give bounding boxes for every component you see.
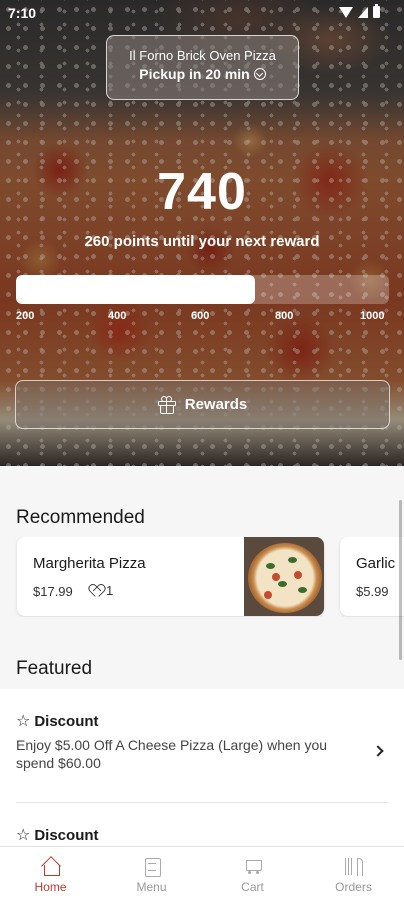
nav-home-label: Home: [34, 880, 67, 894]
featured-list: ☆ Discount Enjoy $5.00 Off A Cheese Pizz…: [0, 689, 404, 849]
cart-icon: [243, 857, 263, 876]
rewards-progress-fill: [16, 275, 255, 304]
recommended-card[interactable]: Margherita Pizza $17.99 1: [17, 537, 324, 616]
like-count: 1: [106, 583, 114, 598]
chevron-right-icon: [372, 745, 384, 757]
battery-icon: [373, 4, 380, 18]
gift-ribbon: [165, 400, 168, 414]
nav-menu[interactable]: Menu: [101, 847, 202, 900]
basil-leaf: [298, 587, 307, 593]
tick-label: 800: [275, 310, 294, 322]
featured-item[interactable]: ☆ Discount Enjoy $5.00 Off A Cheese Pizz…: [16, 713, 388, 772]
nav-cart-label: Cart: [241, 880, 264, 894]
signal-icon: [358, 6, 368, 18]
sauce-spot: [264, 591, 272, 599]
progress-ticks: 200 400 600 800 1000: [16, 310, 389, 324]
nav-cart[interactable]: Cart: [202, 847, 303, 900]
recommended-card[interactable]: Garlic $5.99: [340, 537, 404, 616]
status-icons: [339, 4, 380, 18]
pizza-crust: [248, 543, 322, 613]
rewards-button[interactable]: Rewards: [15, 380, 390, 429]
sauce-spot: [272, 573, 280, 581]
recommended-item-price: $5.99: [356, 584, 389, 599]
featured-item-header: ☆ Discount: [16, 827, 388, 844]
pizza-thumbnail: [244, 537, 324, 616]
points-value: 740: [157, 163, 247, 221]
sauce-spot: [294, 571, 302, 579]
chevron-down-circle-icon: [253, 68, 266, 80]
basil-leaf: [288, 557, 297, 563]
featured-title: Featured: [16, 658, 93, 679]
recommended-carousel[interactable]: Margherita Pizza $17.99 1 Garlic $5.99: [0, 537, 404, 617]
featured-item-description: Enjoy $5.00 Off A Cheese Pizza (Large) w…: [16, 737, 328, 772]
recommended-title: Recommended: [16, 507, 145, 528]
bottom-navigation: Home Menu Cart Orders: [0, 846, 404, 900]
featured-item-tag: Discount: [34, 713, 99, 730]
nav-orders-label: Orders: [335, 880, 372, 894]
store-pickup-selector[interactable]: Il Forno Brick Oven Pizza Pickup in 20 m…: [106, 35, 299, 100]
tick-label: 600: [191, 310, 210, 322]
rewards-progress-bar: [16, 275, 389, 304]
nav-orders[interactable]: Orders: [303, 847, 404, 900]
recommended-item-price: $17.99: [33, 584, 73, 599]
gift-icon: [157, 395, 176, 414]
divider: [16, 802, 388, 803]
store-name: Il Forno Brick Oven Pizza: [129, 48, 276, 63]
home-icon: [41, 857, 61, 876]
utensils-icon: [344, 857, 364, 876]
star-icon: ☆: [16, 826, 31, 844]
star-icon: ☆: [16, 712, 31, 730]
status-time: 7:10: [8, 5, 37, 21]
recommended-item-name: Margherita Pizza: [33, 555, 146, 572]
nav-home[interactable]: Home: [0, 847, 101, 900]
points-caption: 260 points until your next reward: [84, 233, 320, 250]
pickup-label: Pickup in 20 min: [139, 66, 250, 82]
like-button[interactable]: 1: [90, 583, 113, 598]
menu-icon: [142, 857, 162, 877]
recommended-item-name: Garlic: [356, 555, 396, 572]
featured-item[interactable]: ☆ Discount: [16, 827, 388, 844]
tick-label: 200: [16, 310, 35, 322]
heart-icon: [90, 584, 104, 597]
nav-menu-label: Menu: [136, 880, 167, 894]
scrollbar[interactable]: [399, 500, 402, 660]
status-bar: 7:10: [0, 0, 404, 26]
pickup-row: Pickup in 20 min: [107, 66, 298, 82]
wifi-icon: [339, 6, 353, 18]
featured-item-header: ☆ Discount: [16, 713, 388, 730]
basil-leaf: [266, 563, 275, 569]
tick-label: 400: [108, 310, 127, 322]
tick-label: 1000: [360, 310, 385, 322]
rewards-button-label: Rewards: [184, 396, 248, 413]
featured-item-tag: Discount: [34, 827, 99, 844]
basil-leaf: [278, 581, 287, 587]
